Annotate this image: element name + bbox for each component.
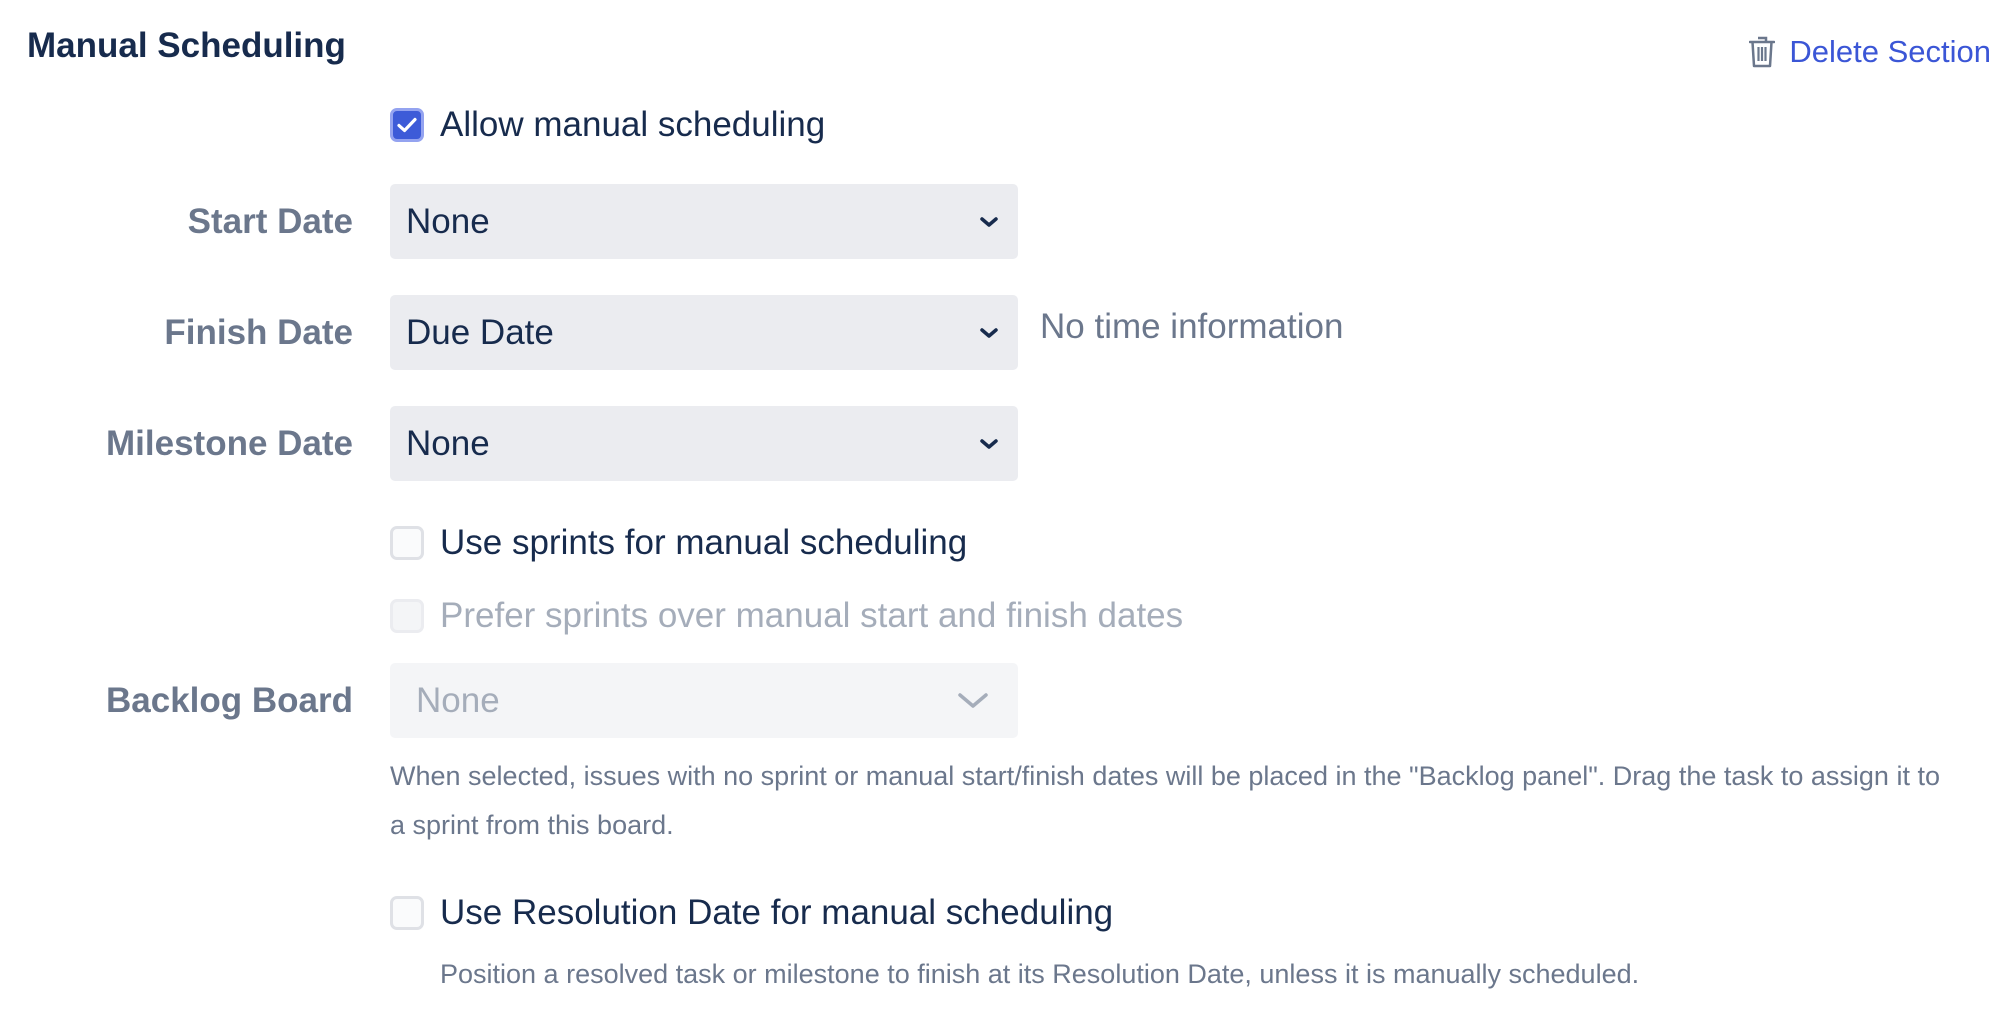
finish-date-label: Finish Date bbox=[164, 313, 353, 352]
chevron-down-icon bbox=[978, 215, 1000, 229]
prefer-sprints-checkbox bbox=[390, 599, 424, 633]
delete-section-button[interactable]: Delete Section bbox=[1749, 30, 1991, 74]
use-sprints-checkbox[interactable] bbox=[390, 526, 424, 560]
trash-icon bbox=[1749, 36, 1776, 68]
finish-date-select[interactable]: Due Date bbox=[390, 295, 1018, 370]
start-date-label: Start Date bbox=[187, 202, 353, 241]
backlog-board-help-line-1: When selected, issues with no sprint or … bbox=[390, 761, 1940, 791]
chevron-down-icon bbox=[978, 326, 1000, 340]
delete-section-label: Delete Section bbox=[1789, 34, 1991, 69]
allow-manual-scheduling-row: Allow manual scheduling bbox=[390, 101, 825, 149]
section-title: Manual Scheduling bbox=[27, 26, 346, 65]
checkmark-icon bbox=[397, 117, 417, 133]
milestone-date-label: Milestone Date bbox=[106, 424, 353, 463]
backlog-board-help-line-2: a sprint from this board. bbox=[390, 810, 674, 840]
allow-manual-scheduling-label: Allow manual scheduling bbox=[440, 105, 826, 144]
resolution-date-help: Position a resolved task or milestone to… bbox=[440, 959, 1640, 989]
milestone-date-value: None bbox=[406, 423, 490, 463]
use-resolution-date-checkbox[interactable] bbox=[390, 896, 424, 930]
prefer-sprints-label: Prefer sprints over manual start and fin… bbox=[440, 596, 1184, 635]
use-sprints-row: Use sprints for manual scheduling bbox=[390, 519, 967, 567]
milestone-date-select[interactable]: None bbox=[390, 406, 1018, 481]
finish-date-note: No time information bbox=[1040, 307, 1344, 346]
allow-manual-scheduling-checkbox[interactable] bbox=[390, 108, 424, 142]
backlog-board-value: None bbox=[416, 680, 500, 720]
backlog-board-help: When selected, issues with no sprint or … bbox=[390, 752, 1990, 850]
use-sprints-label: Use sprints for manual scheduling bbox=[440, 523, 968, 562]
chevron-down-icon bbox=[978, 437, 1000, 451]
backlog-board-select: None bbox=[390, 663, 1018, 738]
finish-date-value: Due Date bbox=[406, 312, 554, 352]
chevron-down-icon bbox=[956, 691, 990, 711]
manual-scheduling-section: Manual Scheduling Delete Section Allow m… bbox=[0, 0, 2009, 1017]
prefer-sprints-row: Prefer sprints over manual start and fin… bbox=[390, 592, 1183, 640]
start-date-select[interactable]: None bbox=[390, 184, 1018, 259]
use-resolution-date-label: Use Resolution Date for manual schedulin… bbox=[440, 893, 1114, 932]
start-date-value: None bbox=[406, 201, 490, 241]
use-resolution-date-row: Use Resolution Date for manual schedulin… bbox=[390, 889, 1113, 937]
backlog-board-label: Backlog Board bbox=[106, 681, 353, 720]
